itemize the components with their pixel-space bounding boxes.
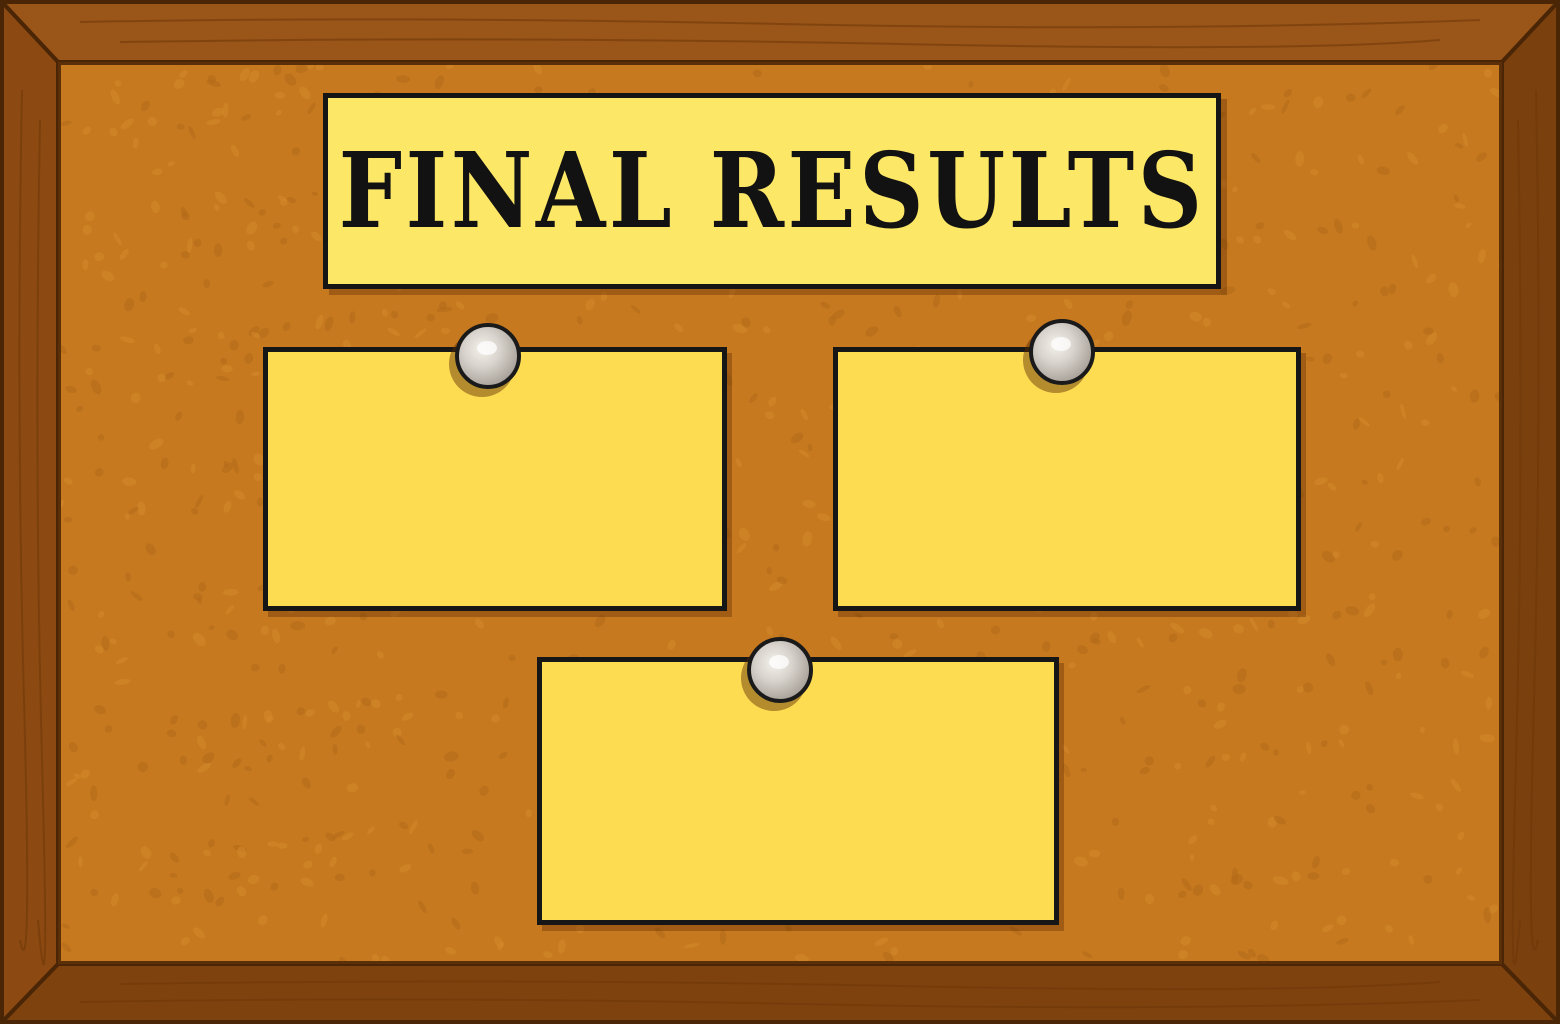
board-title: FINAL RESULTS bbox=[338, 129, 1206, 252]
pushpin-icon bbox=[455, 323, 521, 389]
title-sign: FINAL RESULTS bbox=[323, 93, 1221, 289]
cork-board: FINAL RESULTS bbox=[58, 62, 1502, 964]
pushpin-icon bbox=[747, 637, 813, 703]
result-note-2[interactable] bbox=[833, 347, 1301, 611]
pushpin-icon bbox=[1029, 319, 1095, 385]
bulletin-board-frame: FINAL RESULTS bbox=[0, 0, 1560, 1024]
